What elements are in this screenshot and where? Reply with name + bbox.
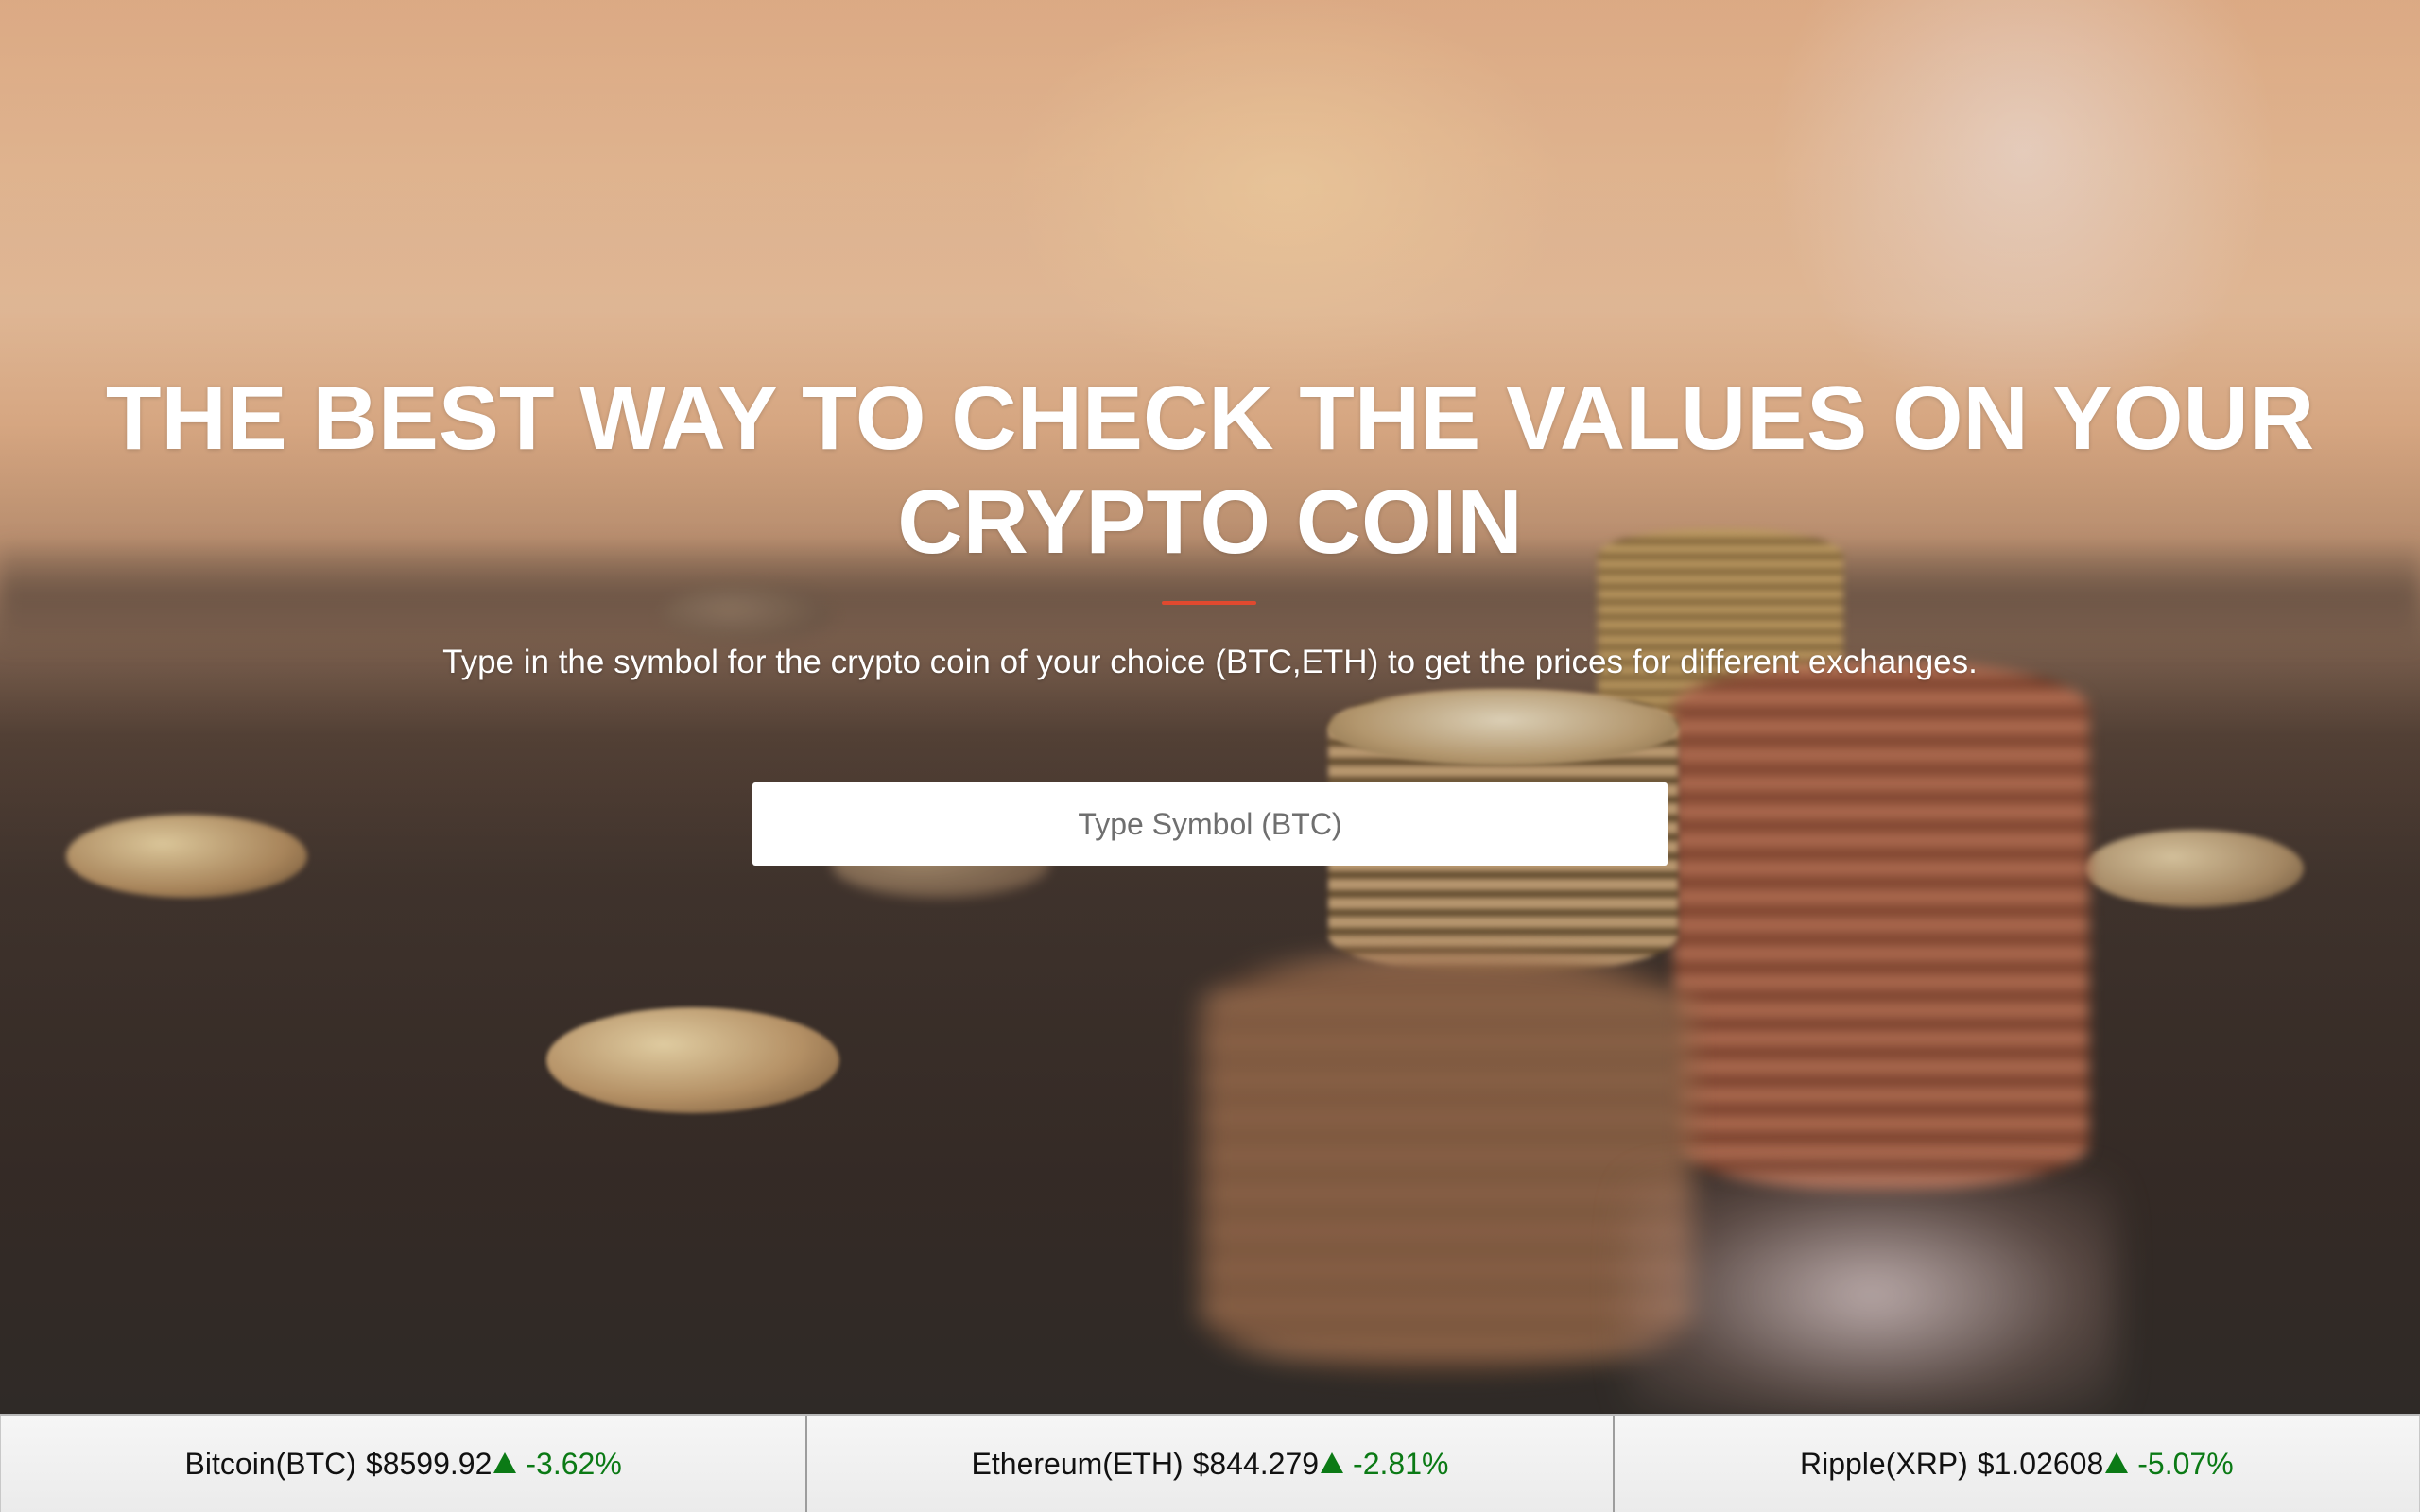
- coin-name: Ethereum(ETH): [971, 1446, 1184, 1481]
- ticker-item-btc[interactable]: Bitcoin(BTC) $8599.92 -3.62%: [0, 1416, 806, 1512]
- triangle-up-icon: [1321, 1452, 1344, 1473]
- hero-subtext: Type in the symbol for the crypto coin o…: [442, 644, 1978, 680]
- hero-content: THE BEST WAY TO CHECK THE VALUES ON YOUR…: [0, 0, 2420, 1414]
- triangle-up-icon: [2105, 1452, 2129, 1473]
- price-ticker-bar: Bitcoin(BTC) $8599.92 -3.62% Ethereum(ET…: [0, 1414, 2420, 1512]
- ticker-item-eth[interactable]: Ethereum(ETH) $844.279 -2.81%: [805, 1416, 1613, 1512]
- symbol-search-input[interactable]: [752, 782, 1668, 866]
- coin-price: $8599.92: [365, 1446, 493, 1481]
- triangle-up-icon: [493, 1452, 517, 1473]
- price-change: -3.62%: [526, 1446, 622, 1481]
- price-change: -5.07%: [2137, 1446, 2234, 1481]
- ticker-item-xrp[interactable]: Ripple(XRP) $1.02608 -5.07%: [1612, 1416, 2420, 1512]
- coin-price: $844.279: [1192, 1446, 1320, 1481]
- coin-name: Ripple(XRP): [1799, 1446, 1968, 1481]
- hero-headline: THE BEST WAY TO CHECK THE VALUES ON YOUR…: [105, 368, 2315, 573]
- coin-name: Bitcoin(BTC): [184, 1446, 356, 1481]
- price-change: -2.81%: [1353, 1446, 1449, 1481]
- accent-divider: [1162, 601, 1256, 605]
- coin-price: $1.02608: [1977, 1446, 2104, 1481]
